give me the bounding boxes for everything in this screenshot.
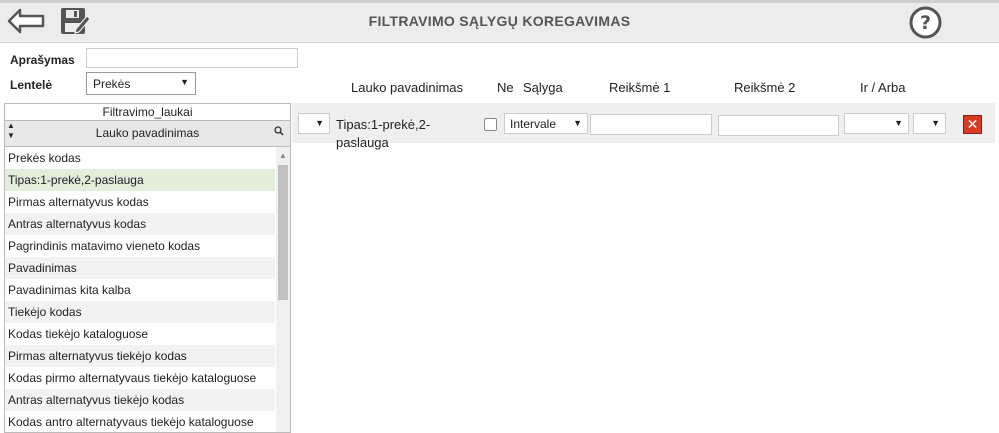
value2-input[interactable]: [718, 115, 839, 136]
description-input[interactable]: [86, 48, 298, 68]
page-title: FILTRAVIMO SĄLYGŲ KOREGAVIMAS: [368, 13, 631, 29]
field-list-item[interactable]: Antras alternatyvus tiekėjo kodas: [5, 389, 275, 411]
column-header-negate: Ne: [497, 80, 514, 95]
scrollbar[interactable]: ▲: [276, 147, 290, 432]
column-header-field: Lauko pavadinimas: [351, 80, 464, 95]
condition-field-name-line1: Tipas:1-prekė,2-: [336, 117, 431, 132]
field-list-item[interactable]: Tipas:1-prekė,2-paslauga: [5, 169, 275, 191]
field-list-item[interactable]: Kodas antro alternatyvaus tiekėjo katalo…: [5, 411, 275, 432]
field-list-item[interactable]: Kodas pirmo alternatyvaus tiekėjo katalo…: [5, 367, 275, 389]
field-name-column-header[interactable]: ▲ ▼ Lauko pavadinimas: [5, 121, 290, 147]
dropdown-arrow-icon: ▼: [573, 118, 582, 128]
field-list-item[interactable]: Pavadinimas: [5, 257, 275, 279]
field-list: Prekės kodas Tipas:1-prekė,2-paslauga Pirm…: [5, 147, 275, 432]
dropdown-arrow-icon: ▼: [180, 77, 189, 87]
help-question-icon[interactable]: ?: [909, 6, 942, 39]
field-list-item[interactable]: Pirmas alternatyvus kodas: [5, 191, 275, 213]
and-or-select[interactable]: ▼: [844, 113, 909, 134]
column-header-value2: Reikšmė 2: [734, 80, 796, 95]
condition-field-name-line2: paslauga: [336, 135, 389, 150]
tab-strip: [0, 0, 999, 3]
open-bracket-select[interactable]: ▼: [298, 113, 330, 134]
condition-select-value: Intervale: [510, 117, 557, 131]
table-label: Lentelė: [10, 78, 53, 92]
scrollbar-thumb[interactable]: [278, 165, 288, 300]
svg-text:?: ?: [920, 12, 931, 34]
table-select[interactable]: Prekės ▼: [86, 72, 196, 95]
field-list-item[interactable]: Kodas tiekėjo kataloguose: [5, 323, 275, 345]
field-list-item[interactable]: Pirmas alternatyvus tiekėjo kodas: [5, 345, 275, 367]
condition-select[interactable]: Intervale ▼: [504, 113, 588, 134]
field-list-item[interactable]: Prekės kodas: [5, 147, 275, 169]
value1-input[interactable]: [590, 114, 712, 135]
field-list-item[interactable]: Pagrindinis matavimo vieneto kodas: [5, 235, 275, 257]
table-select-value: Prekės: [93, 77, 131, 91]
sort-icon[interactable]: ▲ ▼: [7, 121, 15, 141]
condition-row: ▼ Tipas:1-prekė,2- paslauga Intervale ▼ …: [292, 103, 995, 150]
field-list-item[interactable]: Pavadinimas kita kalba: [5, 279, 275, 301]
dropdown-arrow-icon: ▼: [931, 118, 940, 128]
filter-fields-panel: Filtravimo_laukai ▲ ▼ Lauko pavadinimas P…: [4, 103, 291, 433]
description-label: Aprašymas: [10, 53, 75, 67]
condition-field-name: Tipas:1-prekė,2- paslauga: [336, 116, 446, 152]
field-list-item[interactable]: Tiekėjo kodas: [5, 301, 275, 323]
column-header-condition: Sąlyga: [523, 80, 563, 95]
column-header-value1: Reikšmė 1: [609, 80, 671, 95]
search-icon[interactable]: [274, 121, 284, 146]
field-name-header-label: Lauko pavadinimas: [95, 126, 200, 140]
column-header-and-or: Ir / Arba: [860, 80, 906, 95]
negate-checkbox[interactable]: [484, 118, 497, 131]
dropdown-arrow-icon: ▼: [894, 118, 903, 128]
filter-fields-title: Filtravimo_laukai: [5, 104, 290, 121]
delete-condition-icon[interactable]: ✕: [963, 115, 982, 134]
toolbar: FILTRAVIMO SĄLYGŲ KOREGAVIMAS ?: [0, 0, 999, 43]
close-bracket-select[interactable]: ▼: [913, 113, 946, 134]
field-list-item[interactable]: Antras alternatyvus kodas: [5, 213, 275, 235]
scroll-up-icon[interactable]: ▲: [279, 151, 287, 160]
dropdown-arrow-icon: ▼: [315, 118, 324, 128]
